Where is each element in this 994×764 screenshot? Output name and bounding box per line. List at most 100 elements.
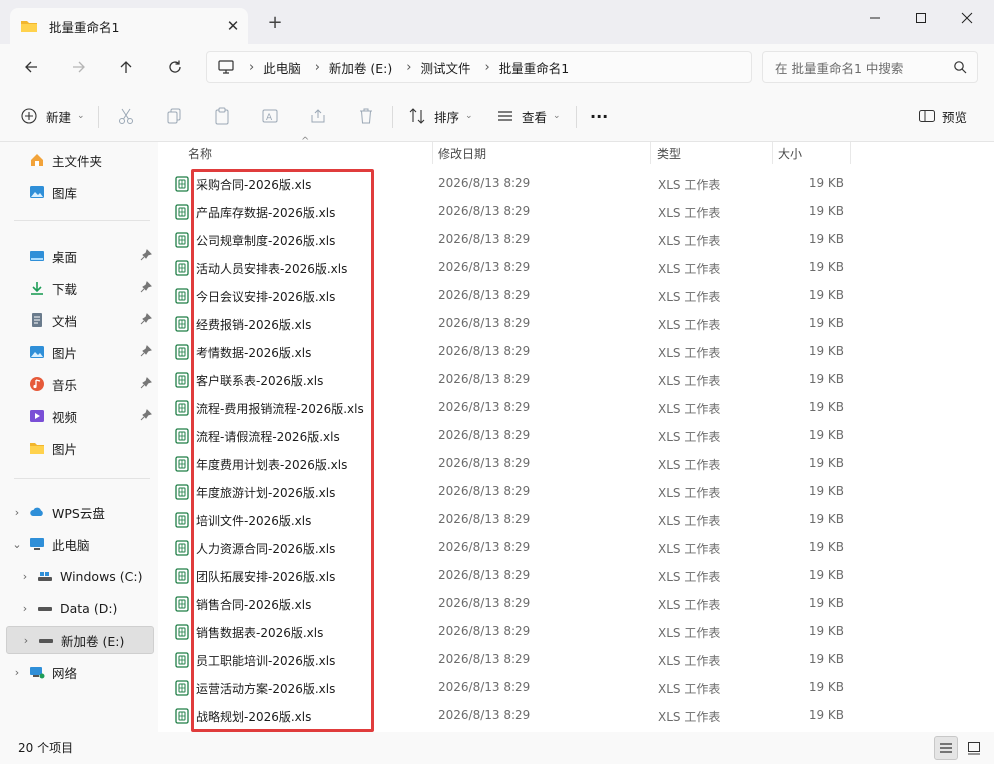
file-row[interactable]: 战略规划-2026版.xls 2026/8/13 8:29 XLS 工作表 19 KB <box>158 702 994 730</box>
share-button[interactable] <box>308 106 328 126</box>
up-button[interactable] <box>109 50 143 84</box>
chevron-right-icon[interactable]: › <box>6 666 28 679</box>
sort-button[interactable]: 排序 ⌄ <box>408 102 473 130</box>
column-header-modified[interactable]: 修改日期 <box>438 142 486 164</box>
column-header-size[interactable]: 大小 <box>778 142 802 164</box>
tiles-view-button[interactable] <box>962 736 986 760</box>
forward-button[interactable] <box>62 50 96 84</box>
file-type: XLS 工作表 <box>658 430 721 444</box>
view-button[interactable]: 查看 ⌄ <box>496 102 561 130</box>
xls-file-icon <box>175 232 189 248</box>
sidebar-item-drive-d[interactable]: › Data (D:) <box>6 594 154 622</box>
rename-button[interactable]: A <box>260 106 280 126</box>
status-bar: 20 个项目 <box>0 732 994 764</box>
details-view-button[interactable] <box>934 736 958 760</box>
chevron-right-icon[interactable]: › <box>6 506 28 519</box>
cut-button[interactable] <box>116 106 136 126</box>
computer-icon <box>28 535 46 553</box>
file-row[interactable]: 年度旅游计划-2026版.xls 2026/8/13 8:29 XLS 工作表 19 … <box>158 478 994 506</box>
breadcrumb-item[interactable]: 批量重命名1 <box>499 58 569 77</box>
column-divider[interactable] <box>432 142 433 164</box>
sidebar-item-network[interactable]: › 网络 <box>6 658 154 686</box>
file-modified: 2026/8/13 8:29 <box>438 260 531 274</box>
file-size: 19 KB <box>808 596 844 610</box>
file-type: XLS 工作表 <box>658 710 721 724</box>
file-row[interactable]: 经费报销-2026版.xls 2026/8/13 8:29 XLS 工作表 19 KB <box>158 310 994 338</box>
sidebar-item-desktop[interactable]: 桌面 <box>6 242 154 270</box>
pictures-icon <box>28 343 46 361</box>
file-row[interactable]: 人力资源合同-2026版.xls 2026/8/13 8:29 XLS 工作表 19 … <box>158 534 994 562</box>
sidebar-item-label: 新加卷 (E:) <box>61 633 125 649</box>
new-button[interactable]: 新建 ⌄ <box>20 102 85 130</box>
close-button[interactable] <box>944 4 990 32</box>
file-name: 活动人员安排表-2026版.xls <box>196 262 348 276</box>
sidebar-item-documents[interactable]: 文档 <box>6 306 154 334</box>
file-modified: 2026/8/13 8:29 <box>438 512 531 526</box>
copy-icon <box>167 108 181 124</box>
sidebar-item-downloads[interactable]: 下载 <box>6 274 154 302</box>
file-row[interactable]: 运营活动方案-2026版.xls 2026/8/13 8:29 XLS 工作表 19 … <box>158 674 994 702</box>
sidebar-item-music[interactable]: 音乐 <box>6 370 154 398</box>
breadcrumb-item[interactable]: 新加卷 (E:) <box>329 58 392 77</box>
file-row[interactable]: 流程-费用报销流程-2026版.xls 2026/8/13 8:29 XLS 工作表… <box>158 394 994 422</box>
maximize-button[interactable] <box>898 4 944 32</box>
file-row[interactable]: 流程-请假流程-2026版.xls 2026/8/13 8:29 XLS 工作表 19… <box>158 422 994 450</box>
new-tab-button[interactable]: + <box>264 14 286 32</box>
breadcrumb-item[interactable]: 测试文件 <box>420 58 470 77</box>
column-header-name[interactable]: 名称 <box>188 142 212 164</box>
folder-icon <box>21 21 37 32</box>
minimize-button[interactable] <box>852 4 898 32</box>
breadcrumb-item[interactable]: 此电脑 <box>263 58 301 77</box>
back-button[interactable] <box>14 50 48 84</box>
sidebar-item-pictures-folder[interactable]: 图片 <box>6 434 154 462</box>
file-row[interactable]: 销售数据表-2026版.xls 2026/8/13 8:29 XLS 工作表 19 K… <box>158 618 994 646</box>
column-divider[interactable] <box>850 142 851 164</box>
file-row[interactable]: 团队拓展安排-2026版.xls 2026/8/13 8:29 XLS 工作表 19 … <box>158 562 994 590</box>
preview-pane-button[interactable]: 预览 <box>918 102 967 130</box>
file-row[interactable]: 今日会议安排-2026版.xls 2026/8/13 8:29 XLS 工作表 19 … <box>158 282 994 310</box>
file-name: 销售数据表-2026版.xls <box>196 626 324 640</box>
paste-button[interactable] <box>212 106 232 126</box>
address-bar[interactable]: › 此电脑 › 新加卷 (E:) › 测试文件 › 批量重命名1 <box>206 51 752 83</box>
pin-icon <box>140 249 152 261</box>
chevron-right-icon: › <box>314 59 320 75</box>
title-bar: 批量重命名1 ✕ + <box>0 0 994 44</box>
file-row[interactable]: 公司规章制度-2026版.xls 2026/8/13 8:29 XLS 工作表 19 … <box>158 226 994 254</box>
sidebar-item-videos[interactable]: 视频 <box>6 402 154 430</box>
view-button-label: 查看 <box>522 109 548 125</box>
tab-batch-rename[interactable]: 批量重命名1 ✕ <box>10 8 248 44</box>
file-row[interactable]: 销售合同-2026版.xls 2026/8/13 8:29 XLS 工作表 19 KB <box>158 590 994 618</box>
file-row[interactable]: 活动人员安排表-2026版.xls 2026/8/13 8:29 XLS 工作表 19… <box>158 254 994 282</box>
chevron-right-icon[interactable]: › <box>14 570 36 583</box>
tab-close-icon[interactable]: ✕ <box>222 17 244 35</box>
column-header-type[interactable]: 类型 <box>657 142 681 164</box>
file-row[interactable]: 客户联系表-2026版.xls 2026/8/13 8:29 XLS 工作表 19 K… <box>158 366 994 394</box>
file-row[interactable]: 考情数据-2026版.xls 2026/8/13 8:29 XLS 工作表 19 KB <box>158 338 994 366</box>
sidebar-item-wps-cloud[interactable]: › WPS云盘 <box>6 498 154 526</box>
sidebar-item-drive-c[interactable]: › Windows (C:) <box>6 562 154 590</box>
delete-button[interactable] <box>356 106 376 126</box>
sidebar-item-pictures[interactable]: 图片 <box>6 338 154 366</box>
file-row[interactable]: 产品库存数据-2026版.xls 2026/8/13 8:29 XLS 工作表 19 … <box>158 198 994 226</box>
file-row[interactable]: 培训文件-2026版.xls 2026/8/13 8:29 XLS 工作表 19 KB <box>158 506 994 534</box>
sidebar-item-this-pc[interactable]: ⌄ 此电脑 <box>6 530 154 558</box>
column-divider[interactable] <box>772 142 773 164</box>
file-name: 年度费用计划表-2026版.xls <box>196 458 348 472</box>
file-type: XLS 工作表 <box>658 318 721 332</box>
sidebar-item-gallery[interactable]: 图库 <box>6 178 154 206</box>
file-row[interactable]: 年度费用计划表-2026版.xls 2026/8/13 8:29 XLS 工作表 19… <box>158 450 994 478</box>
chevron-right-icon[interactable]: › <box>14 602 36 615</box>
arrow-up-icon <box>120 61 132 73</box>
chevron-down-icon[interactable]: ⌄ <box>6 538 28 551</box>
sidebar-item-drive-e[interactable]: › 新加卷 (E:) <box>6 626 154 654</box>
more-options-button[interactable]: ··· <box>590 102 608 130</box>
chevron-right-icon[interactable]: › <box>15 634 37 647</box>
sidebar-item-home[interactable]: 主文件夹 <box>6 146 154 174</box>
refresh-button[interactable] <box>158 50 192 84</box>
file-row[interactable]: 员工职能培训-2026版.xls 2026/8/13 8:29 XLS 工作表 19 … <box>158 646 994 674</box>
file-modified: 2026/8/13 8:29 <box>438 232 531 246</box>
file-row[interactable]: 采购合同-2026版.xls 2026/8/13 8:29 XLS 工作表 19 KB <box>158 170 994 198</box>
copy-button[interactable] <box>164 106 184 126</box>
search-input[interactable]: 在 批量重命名1 中搜索 <box>762 51 978 83</box>
column-divider[interactable] <box>650 142 651 164</box>
